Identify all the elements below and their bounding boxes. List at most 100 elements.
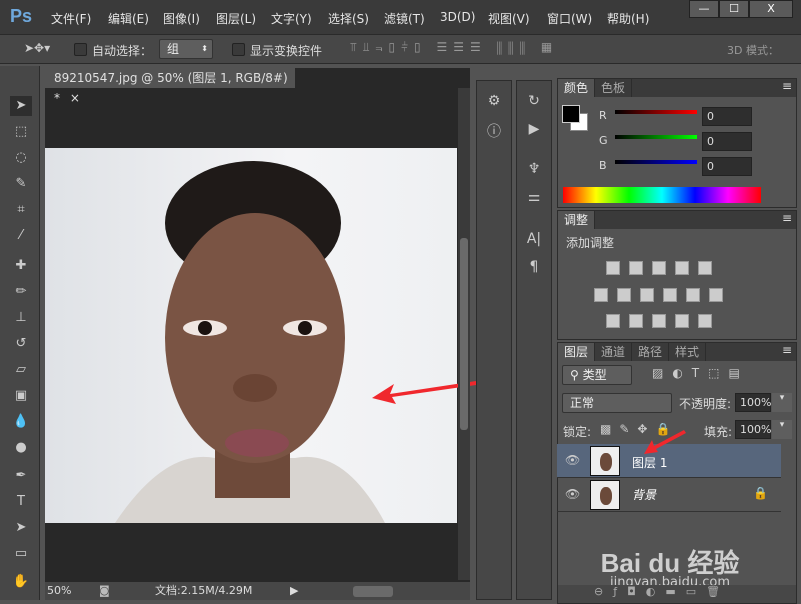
channel-b-value[interactable]: 0 bbox=[702, 157, 752, 176]
menu-select[interactable]: 选择(S) bbox=[328, 10, 369, 27]
channel-r-slider[interactable] bbox=[615, 110, 697, 114]
menu-help[interactable]: 帮助(H) bbox=[607, 10, 649, 27]
menu-image[interactable]: 图像(I) bbox=[163, 10, 200, 27]
menu-filter[interactable]: 滤镜(T) bbox=[384, 10, 425, 27]
tool-preset-icon[interactable]: ⚌ bbox=[520, 189, 548, 205]
shape-tool-icon[interactable]: ▭ bbox=[10, 544, 32, 564]
visibility-eye-icon[interactable]: 👁 bbox=[565, 453, 580, 467]
color-spectrum-bar[interactable] bbox=[563, 187, 761, 203]
hand-tool-icon[interactable]: ✋ bbox=[10, 572, 32, 592]
healing-brush-icon[interactable]: ✚ bbox=[10, 256, 32, 276]
visibility-eye-icon[interactable]: 👁 bbox=[565, 487, 580, 501]
panel-menu-icon[interactable]: ≡ bbox=[782, 211, 796, 229]
move-tool-icon[interactable]: ➤ bbox=[10, 96, 32, 116]
menu-window[interactable]: 窗口(W) bbox=[547, 10, 592, 27]
play-icon[interactable]: ▶ bbox=[520, 121, 548, 137]
history-icon[interactable]: ⚙ bbox=[480, 93, 508, 109]
close-window-button[interactable]: X bbox=[749, 0, 793, 18]
channel-r-value[interactable]: 0 bbox=[702, 107, 752, 126]
adjustment-icons-row-1[interactable] bbox=[606, 261, 721, 278]
blur-tool-icon[interactable]: 💧 bbox=[10, 412, 32, 432]
auto-select-checkbox[interactable] bbox=[74, 43, 87, 56]
gradient-tool-icon[interactable]: ▣ bbox=[10, 386, 32, 406]
type-tool-icon[interactable]: T bbox=[10, 492, 32, 512]
paragraph-icon[interactable]: ¶ bbox=[520, 259, 548, 275]
tab-color[interactable]: 颜色 bbox=[558, 79, 596, 97]
eyedropper-tool-icon[interactable]: ⁄ bbox=[10, 226, 32, 246]
layer-filter-dropdown[interactable]: ⚲ 类型 bbox=[562, 365, 632, 385]
brush-preset-icon[interactable]: ♆ bbox=[520, 161, 548, 177]
zoom-level[interactable]: 50% bbox=[47, 582, 71, 600]
annotation-arrow-layer bbox=[644, 430, 686, 454]
brush-tool-icon[interactable]: ✏ bbox=[10, 282, 32, 302]
channel-g-value[interactable]: 0 bbox=[702, 132, 752, 151]
menu-3d[interactable]: 3D(D) bbox=[440, 10, 475, 24]
align-icons[interactable]: ⫪⫫⫬▯⫩▯ ☰☰☰ ⫼⫼⫼ ▦ bbox=[350, 40, 558, 55]
eraser-tool-icon[interactable]: ▱ bbox=[10, 360, 32, 380]
crop-tool-icon[interactable]: ⌗ bbox=[10, 200, 32, 220]
tab-layers[interactable]: 图层 bbox=[558, 343, 596, 361]
menu-view[interactable]: 视图(V) bbox=[488, 10, 530, 27]
tab-adjustments[interactable]: 调整 bbox=[558, 211, 596, 229]
vertical-scroll-thumb[interactable] bbox=[460, 238, 468, 430]
menu-layer[interactable]: 图层(L) bbox=[216, 10, 256, 27]
panel-menu-icon[interactable]: ≡ bbox=[782, 343, 796, 361]
quick-select-tool-icon[interactable]: ✎ bbox=[10, 174, 32, 194]
filter-label: 类型 bbox=[582, 368, 607, 382]
path-select-tool-icon[interactable]: ➤ bbox=[10, 518, 32, 538]
3d-mode-label: 3D 模式： bbox=[727, 44, 779, 57]
menu-file[interactable]: 文件(F) bbox=[51, 10, 91, 27]
menu-type[interactable]: 文字(Y) bbox=[271, 10, 312, 27]
foreground-color-swatch[interactable] bbox=[562, 105, 580, 123]
lock-icon: 🔒 bbox=[753, 486, 768, 500]
channel-b-slider[interactable] bbox=[615, 160, 697, 164]
show-transform-checkbox[interactable] bbox=[232, 43, 245, 56]
document-tab[interactable]: 89210547.jpg @ 50% (图层 1, RGB/8#) * × bbox=[45, 68, 295, 105]
show-transform-label: 显示变换控件 bbox=[250, 44, 323, 58]
character-icon[interactable]: A| bbox=[520, 231, 548, 247]
blend-mode-dropdown[interactable]: 正常 bbox=[562, 393, 672, 413]
canvas-image[interactable] bbox=[45, 148, 457, 523]
doc-info: 文档:2.15M/4.29M bbox=[155, 584, 253, 597]
history-brush-icon[interactable]: ↺ bbox=[10, 334, 32, 354]
status-menu-arrow-icon[interactable]: ▶ bbox=[290, 582, 298, 600]
opacity-dropdown-icon[interactable]: ▾ bbox=[772, 393, 792, 412]
adjustments-panel: 调整 ≡ 添加调整 bbox=[557, 210, 797, 340]
layer-row-background[interactable]: 👁 背景 🔒 bbox=[557, 478, 781, 512]
close-tab-icon[interactable]: × bbox=[70, 91, 80, 105]
layer-name[interactable]: 背景 bbox=[632, 486, 656, 503]
panel-menu-icon[interactable]: ≡ bbox=[782, 79, 796, 97]
auto-select-dropdown[interactable]: 组 ⬍ bbox=[159, 39, 213, 59]
lasso-tool-icon[interactable]: ◌ bbox=[10, 148, 32, 168]
auto-select-value: 组 bbox=[167, 42, 180, 56]
opacity-input[interactable]: 100% bbox=[735, 393, 771, 412]
horizontal-scroll-thumb[interactable] bbox=[353, 586, 393, 597]
marquee-tool-icon[interactable]: ⬚ bbox=[10, 122, 32, 142]
tab-swatches[interactable]: 色板 bbox=[595, 79, 633, 97]
menu-edit[interactable]: 编辑(E) bbox=[108, 10, 149, 27]
pen-tool-icon[interactable]: ✒ bbox=[10, 466, 32, 486]
tab-channels[interactable]: 通道 bbox=[595, 343, 633, 361]
status-bar: 50% ◙ 文档:2.15M/4.29M ▶ bbox=[45, 582, 470, 600]
tab-styles[interactable]: 样式 bbox=[669, 343, 707, 361]
tab-paths[interactable]: 路径 bbox=[632, 343, 670, 361]
adjustment-icons-row-3[interactable] bbox=[606, 314, 721, 331]
info-icon[interactable]: ⓘ bbox=[480, 121, 508, 141]
fill-input[interactable]: 100% bbox=[735, 420, 771, 439]
maximize-button[interactable]: ☐ bbox=[719, 0, 749, 18]
actions-icon[interactable]: ↻ bbox=[520, 93, 548, 109]
auto-select-label: 自动选择： bbox=[92, 44, 153, 58]
stamp-tool-icon[interactable]: ⊥ bbox=[10, 308, 32, 328]
adjustment-icons-row-2[interactable] bbox=[594, 288, 732, 305]
layers-footer-buttons[interactable]: ⊖ƒ◘◐▬▭🗑 bbox=[558, 585, 796, 603]
status-icon[interactable]: ◙ bbox=[99, 582, 110, 600]
layer-thumbnail bbox=[590, 480, 620, 510]
move-tool-icon[interactable]: ➤✥▾ bbox=[24, 41, 50, 55]
filter-icons[interactable]: ▨◐T⬚▤ bbox=[652, 366, 749, 380]
minimize-button[interactable]: — bbox=[689, 0, 719, 18]
dodge-tool-icon[interactable]: ● bbox=[10, 438, 32, 458]
options-bar: ➤✥▾ 自动选择： 组 ⬍ 显示变换控件 ⫪⫫⫬▯⫩▯ ☰☰☰ ⫼⫼⫼ ▦ 3D … bbox=[0, 34, 801, 64]
channel-g-slider[interactable] bbox=[615, 135, 697, 139]
fill-dropdown-icon[interactable]: ▾ bbox=[772, 420, 792, 439]
fill-label: 填充: bbox=[704, 425, 733, 439]
